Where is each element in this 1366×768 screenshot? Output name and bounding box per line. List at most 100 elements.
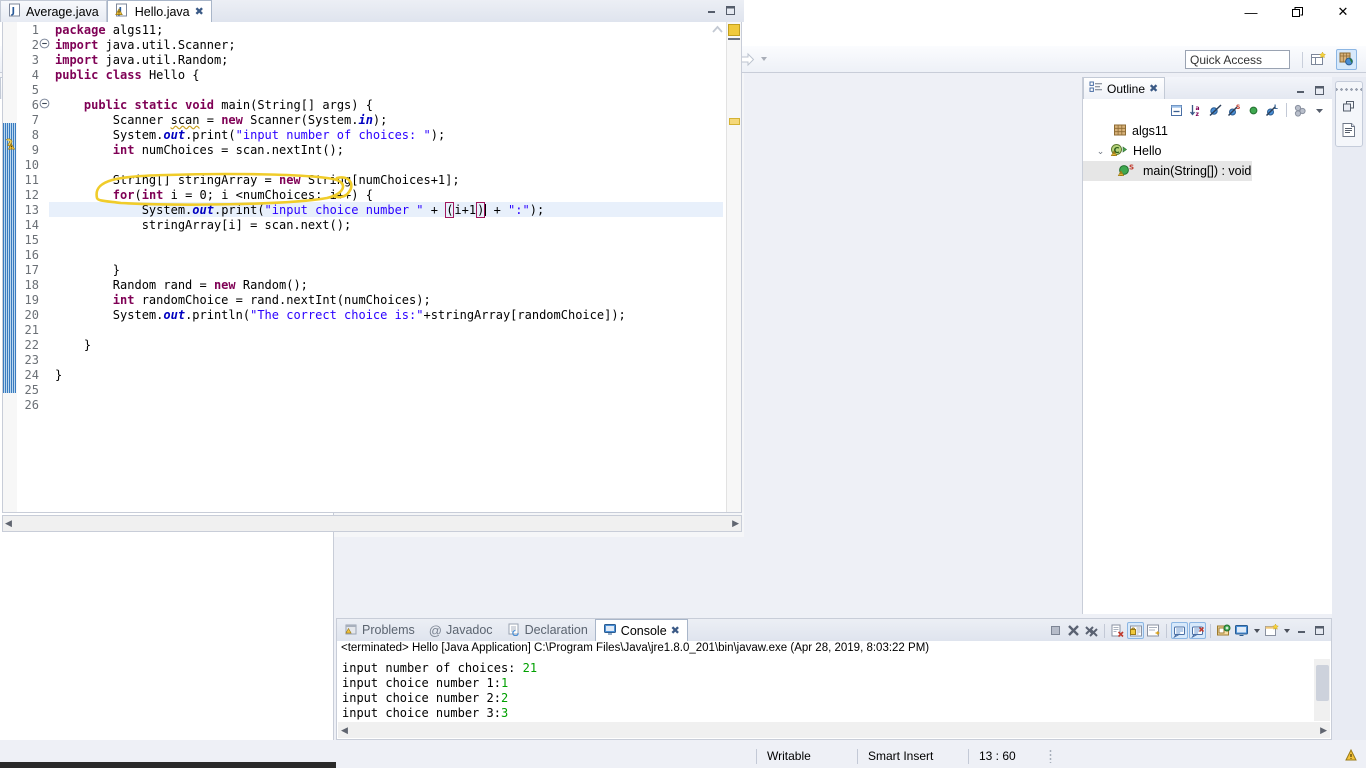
code-line[interactable]: 11 String[] stringArray = new String[num…	[3, 173, 741, 188]
line-content[interactable]: Scanner scan = new Scanner(System.in);	[55, 113, 387, 128]
code-line[interactable]: 13 System.out.print("input choice number…	[3, 203, 741, 218]
collapse-all-icon[interactable]	[1169, 102, 1186, 119]
editor-tab-hello-java[interactable]: J Hello.java ✖	[107, 0, 212, 22]
remove-launch-icon[interactable]	[1065, 622, 1082, 639]
code-line[interactable]: 14 stringArray[i] = scan.next();	[3, 218, 741, 233]
code-line[interactable]: 19 int randomChoice = rand.nextInt(numCh…	[3, 293, 741, 308]
maximize-button[interactable]	[1274, 0, 1320, 24]
code-line[interactable]: 18 Random rand = new Random();	[3, 278, 741, 293]
remove-all-terminated-icon[interactable]	[1083, 622, 1100, 639]
code-line[interactable]: 22 }	[3, 338, 741, 353]
hide-fields-icon[interactable]	[1207, 102, 1224, 119]
code-line[interactable]: 2import java.util.Scanner;	[3, 38, 741, 53]
line-content[interactable]: import java.util.Random;	[55, 53, 228, 68]
display-selected-console-icon[interactable]	[1233, 622, 1250, 639]
code-line[interactable]: 23	[3, 353, 741, 368]
maximize-icon[interactable]	[1311, 82, 1328, 99]
fold-marker-line-2[interactable]	[39, 38, 50, 53]
code-lines[interactable]: 1package algs11;2import java.util.Scanne…	[3, 22, 741, 512]
code-line[interactable]: 25	[3, 383, 741, 398]
open-console-dropdown-icon[interactable]	[1281, 620, 1292, 641]
console-scroll-thumb[interactable]	[1316, 665, 1329, 701]
scroll-lock-icon[interactable]	[1127, 622, 1144, 639]
tab-problems[interactable]: Problems	[337, 619, 422, 641]
quick-access-input[interactable]: Quick Access	[1185, 50, 1290, 69]
code-line[interactable]: 8 System.out.print("input number of choi…	[3, 128, 741, 143]
tab-console[interactable]: Console ✖	[595, 619, 688, 641]
line-content[interactable]: import java.util.Scanner;	[55, 38, 236, 53]
outline-item-package[interactable]: algs11	[1083, 121, 1332, 141]
line-content[interactable]: System.out.print("input choice number " …	[55, 203, 544, 218]
close-icon[interactable]: ✖	[671, 624, 680, 637]
link-with-editor-icon[interactable]	[1292, 102, 1309, 119]
word-wrap-icon[interactable]	[1145, 622, 1162, 639]
clear-console-icon[interactable]	[1109, 622, 1126, 639]
line-content[interactable]: int numChoices = scan.nextInt();	[55, 143, 344, 158]
editor-minimize-icon[interactable]	[705, 4, 718, 20]
code-line[interactable]: 1package algs11;	[3, 23, 741, 38]
display-console-dropdown-icon[interactable]	[1251, 620, 1262, 641]
code-line[interactable]: 17 }	[3, 263, 741, 278]
editor-horizontal-scrollbar[interactable]: ◀ ▶	[2, 515, 742, 532]
collapse-twisty-icon[interactable]: ⌄	[1095, 146, 1106, 157]
scroll-right-icon[interactable]: ▶	[1320, 725, 1327, 736]
maximize-icon[interactable]	[1311, 622, 1328, 639]
pin-console-icon[interactable]	[1215, 622, 1232, 639]
line-content[interactable]: public static void main(String[] args) {	[55, 98, 373, 113]
editor-maximize-icon[interactable]	[724, 4, 737, 20]
minimize-button[interactable]: —	[1228, 0, 1274, 24]
line-content[interactable]: System.out.println("The correct choice i…	[55, 308, 626, 323]
line-content[interactable]: public class Hello {	[55, 68, 200, 83]
view-menu-icon[interactable]	[1311, 102, 1328, 119]
console-output[interactable]: input number of choices: 21 input choice…	[338, 659, 1313, 721]
console-horizontal-scrollbar[interactable]: ◀ ▶	[338, 722, 1330, 738]
editor-tab-average-java[interactable]: J Average.java	[0, 0, 107, 22]
overview-occurrence-marker[interactable]	[729, 118, 740, 125]
code-line[interactable]: 21	[3, 323, 741, 338]
sort-icon[interactable]: a z	[1188, 102, 1205, 119]
status-grip[interactable]	[1049, 749, 1055, 763]
outline-item-method[interactable]: S main(String[]) : void	[1083, 161, 1252, 181]
line-content[interactable]: stringArray[i] = scan.next();	[55, 218, 351, 233]
heap-status-icon[interactable]	[1344, 748, 1358, 765]
hide-nonpublic-icon[interactable]	[1245, 102, 1262, 119]
fold-marker-line-6[interactable]	[39, 98, 50, 113]
forward-dropdown-icon[interactable]	[758, 49, 769, 70]
minimize-icon[interactable]	[1292, 82, 1309, 99]
scroll-left-icon[interactable]: ◀	[5, 518, 12, 529]
line-content[interactable]: package algs11;	[55, 23, 163, 38]
overview-ruler[interactable]	[726, 22, 741, 512]
open-perspective-icon[interactable]	[1308, 49, 1329, 70]
code-line[interactable]: 3import java.util.Random;	[3, 53, 741, 68]
code-line[interactable]: 9 int numChoices = scan.nextInt();	[3, 143, 741, 158]
line-content[interactable]: Random rand = new Random();	[55, 278, 308, 293]
line-content[interactable]: System.out.print("input number of choice…	[55, 128, 445, 143]
code-line[interactable]: 4public class Hello {	[3, 68, 741, 83]
line-content[interactable]: }	[55, 338, 91, 353]
line-content[interactable]: for(int i = 0; i <numChoices; i++) {	[55, 188, 373, 203]
show-console-on-error-icon[interactable]	[1189, 622, 1206, 639]
hide-local-types-icon[interactable]: L	[1264, 102, 1281, 119]
close-button[interactable]: ✕	[1320, 0, 1366, 24]
java-perspective-icon[interactable]	[1336, 49, 1357, 70]
code-line[interactable]: 24}	[3, 368, 741, 383]
tab-outline[interactable]: Outline ✖	[1083, 77, 1165, 99]
terminate-icon[interactable]	[1047, 622, 1064, 639]
code-line[interactable]: 6 public static void main(String[] args)…	[3, 98, 741, 113]
code-line[interactable]: 26	[3, 398, 741, 413]
overview-warning-marker[interactable]	[728, 24, 740, 36]
line-content[interactable]: String[] stringArray = new String[numCho…	[55, 173, 460, 188]
code-line[interactable]: 12 for(int i = 0; i <numChoices; i++) {	[3, 188, 741, 203]
close-icon[interactable]: ✖	[1149, 82, 1158, 95]
code-line[interactable]: 16	[3, 248, 741, 263]
drag-handle-dots[interactable]	[1336, 85, 1362, 93]
hide-static-icon[interactable]: S	[1226, 102, 1243, 119]
code-line[interactable]: 10	[3, 158, 741, 173]
scroll-right-icon[interactable]: ▶	[732, 518, 739, 529]
scroll-left-icon[interactable]: ◀	[341, 725, 348, 736]
code-line[interactable]: 7 Scanner scan = new Scanner(System.in);	[3, 113, 741, 128]
tab-declaration[interactable]: Declaration	[500, 619, 595, 641]
line-content[interactable]: }	[55, 263, 120, 278]
outline-minimized-icon[interactable]	[1337, 119, 1361, 141]
show-console-on-output-icon[interactable]	[1171, 622, 1188, 639]
